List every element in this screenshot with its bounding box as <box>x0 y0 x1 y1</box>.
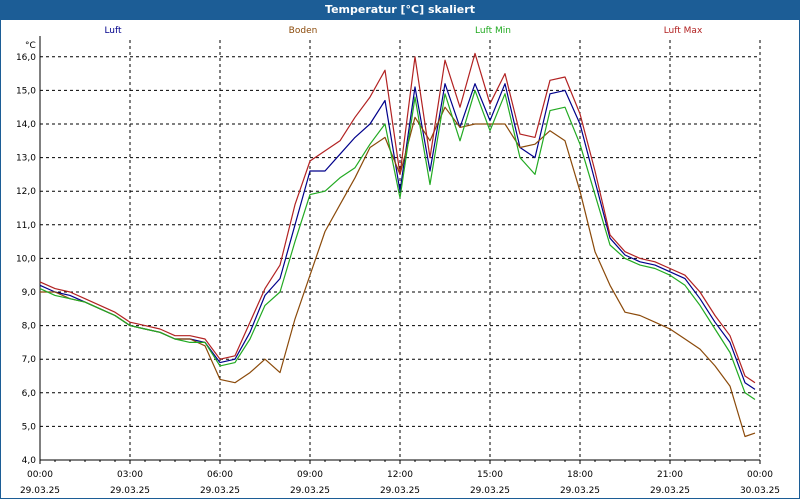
x-tick-date: 29.03.25 <box>650 486 690 496</box>
x-tick-time: 21:00 <box>657 470 683 480</box>
x-tick-date: 29.03.25 <box>110 486 150 496</box>
series-line-luft <box>39 83 756 390</box>
y-tick-label: 6,0 <box>22 389 37 399</box>
x-tick-time: 09:00 <box>297 470 323 480</box>
x-tick-date: 29.03.25 <box>470 486 510 496</box>
x-tick-time: 00:00 <box>747 470 773 480</box>
x-tick-time: 15:00 <box>477 470 503 480</box>
legend-entry: Boden <box>289 26 318 36</box>
grid <box>39 40 761 461</box>
y-tick-label: 14,0 <box>16 120 36 130</box>
y-tick-label: 13,0 <box>16 154 36 164</box>
series-lines <box>39 52 756 438</box>
tick-labels: 4,0 5,0 6,0 7,0 8,0 9,0 10,0 11,0 12,0 13,0 14,0 15… <box>16 53 780 496</box>
y-tick-label: 9,0 <box>22 288 37 298</box>
legend-entry: Luft <box>104 26 122 36</box>
y-tick-label: 8,0 <box>22 322 37 332</box>
y-tick-label: 4,0 <box>22 456 37 466</box>
y-tick-label: 15,0 <box>16 86 36 96</box>
y-axis-unit: °C <box>25 41 36 51</box>
x-tick-date: 29.03.25 <box>290 486 330 496</box>
x-tick-date: 29.03.25 <box>380 486 420 496</box>
y-tick-label: 11,0 <box>16 221 36 231</box>
y-tick-label: 7,0 <box>22 355 37 365</box>
y-tick-label: 16,0 <box>16 53 36 63</box>
x-tick-time: 03:00 <box>117 470 143 480</box>
x-tick-date: 29.03.25 <box>200 486 240 496</box>
x-tick-time: 12:00 <box>387 470 413 480</box>
y-tick-label: 12,0 <box>16 187 36 197</box>
legend-entry: Luft Min <box>475 26 511 36</box>
x-tick-date: 29.03.25 <box>20 486 60 496</box>
y-tick-label: 5,0 <box>22 422 37 432</box>
x-tick-time: 00:00 <box>27 470 53 480</box>
x-tick-time: 18:00 <box>567 470 593 480</box>
series-line-luft-min <box>39 89 756 400</box>
legend: Luft Boden Luft Min Luft Max <box>104 26 703 36</box>
y-tick-label: 10,0 <box>16 254 36 264</box>
x-tick-date: 30.03.25 <box>740 486 780 496</box>
x-tick-date: 29.03.25 <box>560 486 600 496</box>
x-tick-time: 06:00 <box>207 470 233 480</box>
legend-entry: Luft Max <box>664 26 703 36</box>
series-line-luft-max <box>39 52 756 384</box>
temperature-chart: 4,0 5,0 6,0 7,0 8,0 9,0 10,0 11,0 12,0 13,0 14,0 15… <box>16 26 780 496</box>
